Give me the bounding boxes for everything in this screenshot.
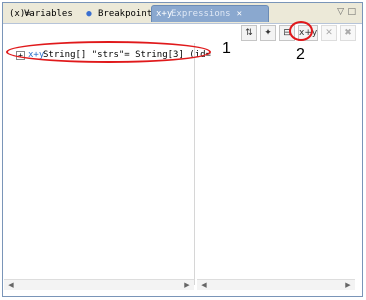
tab-variables-label: Variables xyxy=(24,8,73,19)
close-tab-icon[interactable]: ✕ xyxy=(237,9,242,19)
show-logical-structure-icon[interactable]: ✦ xyxy=(260,25,276,41)
tab-breakpoints-label: Breakpoints xyxy=(98,8,158,19)
annotation-label-2: 2 xyxy=(296,46,305,63)
tree-horizontal-scrollbar[interactable]: ◀ ▶ xyxy=(4,279,194,290)
scroll-right-icon[interactable]: ▶ xyxy=(182,280,192,290)
remove-expression-icon[interactable]: ✕ xyxy=(321,25,337,41)
expression-tree[interactable]: + x+y String[] "strs"= String[3] (id= xyxy=(4,43,211,285)
detail-pane[interactable] xyxy=(197,43,355,285)
tab-expressions-label: Expressions xyxy=(171,9,231,19)
tab-variables[interactable]: (x)= Variables xyxy=(5,5,77,22)
scroll-left-icon[interactable]: ◀ xyxy=(6,280,16,290)
annotation-ellipse xyxy=(6,41,211,63)
show-type-names-icon[interactable]: ⇅ xyxy=(241,25,257,41)
view-tab-bar: (x)= Variables ● Breakpoints x+y Express… xyxy=(3,3,362,24)
maximize-icon[interactable]: □ xyxy=(347,7,356,17)
minimize-icon[interactable]: ▽ xyxy=(337,7,344,17)
annotation-label-1: 1 xyxy=(222,40,231,57)
detail-horizontal-scrollbar[interactable]: ◀ ▶ xyxy=(197,279,355,290)
remove-all-expressions-icon[interactable]: ✖ xyxy=(340,25,356,41)
detail-scroll-right-icon[interactable]: ▶ xyxy=(343,280,353,290)
detail-scroll-left-icon[interactable]: ◀ xyxy=(199,280,209,290)
tab-expressions[interactable]: x+y Expressions ✕ xyxy=(151,5,269,22)
annotation-circle xyxy=(289,21,313,41)
expressions-icon: x+y xyxy=(156,9,173,19)
breakpoints-icon: ● xyxy=(86,8,92,19)
tab-breakpoints[interactable]: ● Breakpoints xyxy=(79,5,162,22)
variables-icon: (x)= xyxy=(9,8,31,19)
